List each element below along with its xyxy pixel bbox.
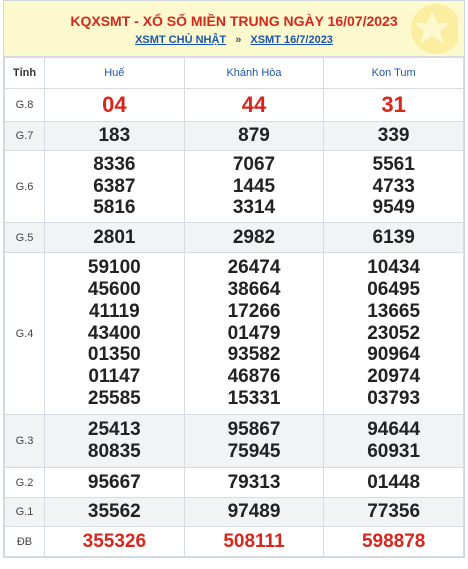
prize-label: G.1: [4, 497, 45, 527]
prize-cell: 5561 4733 9549: [323, 150, 464, 223]
prize-cell: 94644 60931: [323, 414, 464, 468]
table-row: G.4 59100 45600 41119 43400 01350 01147 …: [4, 252, 464, 415]
prize-label: G.8: [4, 88, 45, 122]
prize-value: 13665: [367, 300, 421, 322]
prize-value: 93582: [227, 344, 281, 366]
prize-value: 01147: [88, 366, 141, 388]
prize-value: 7067: [232, 153, 276, 175]
prize-label: G.5: [4, 222, 45, 253]
prize-cell: 25413 80835: [44, 414, 185, 468]
prize-value: 04: [44, 88, 185, 122]
prize-value: 46876: [227, 366, 281, 388]
prize-value: 183: [44, 121, 185, 151]
special-prize-value: 355326: [44, 526, 185, 557]
prize-value: 9549: [372, 197, 415, 219]
link-xsmt-sunday[interactable]: XSMT CHỦ NHẬT: [135, 34, 226, 46]
prize-value: 23052: [367, 322, 421, 344]
prize-value: 03793: [367, 387, 421, 409]
breadcrumb: XSMT CHỦ NHẬT » XSMT 16/7/2023: [4, 34, 464, 46]
page-title: KQXSMT - XỔ SỐ MIỀN TRUNG NGÀY 16/07/202…: [70, 13, 398, 29]
prize-value: 6139: [323, 222, 464, 253]
special-prize-value: 508111: [183, 526, 325, 557]
prize-value: 01479: [227, 322, 281, 344]
prize-label: G.4: [4, 252, 45, 415]
prize-value: 94644: [367, 419, 421, 441]
prize-value: 90964: [367, 344, 421, 366]
prize-value: 15331: [227, 387, 281, 409]
table-row: G.7 183 879 339: [4, 121, 464, 151]
prize-value: 8336: [93, 153, 136, 175]
prize-cell: 10434 06495 13665 23052 90964 20974 0379…: [323, 252, 464, 415]
prize-value: 97489: [183, 497, 325, 527]
prize-label: G.2: [4, 467, 45, 498]
column-header-kon-tum[interactable]: Kon Tum: [323, 57, 464, 89]
column-header-hue[interactable]: Huế: [44, 57, 185, 89]
prize-value: 2801: [44, 222, 185, 253]
prize-value: 41119: [88, 300, 140, 322]
breadcrumb-separator: »: [235, 34, 242, 46]
prize-label: ĐB: [4, 526, 45, 557]
prize-value: 35562: [44, 497, 185, 527]
prize-value: 43400: [87, 322, 141, 344]
prize-cell: 26474 38664 17266 01479 93582 46876 1533…: [183, 252, 325, 415]
prize-value: 80835: [87, 441, 141, 462]
prize-value: 95867: [227, 419, 281, 441]
prize-value: 3314: [232, 197, 276, 219]
star-icon: [411, 4, 458, 54]
prize-value: 17266: [227, 300, 281, 322]
table-row: ĐB 355326 508111 598878: [4, 526, 464, 557]
prize-cell: 8336 6387 5816: [44, 150, 185, 223]
prize-label: G.6: [4, 150, 45, 223]
prize-label: G.7: [4, 121, 45, 151]
prize-value: 879: [183, 121, 325, 151]
results-table: Tỉnh Huế Khánh Hòa Kon Tum G.8 04 44 31 …: [4, 57, 464, 557]
prize-value: 01350: [87, 344, 141, 366]
prize-value: 4733: [372, 175, 415, 197]
column-header-khanh-hoa[interactable]: Khánh Hòa: [183, 57, 325, 89]
prize-value: 38664: [227, 279, 281, 300]
table-row: G.8 04 44 31: [4, 88, 464, 122]
prize-cell: 59100 45600 41119 43400 01350 01147 2558…: [44, 252, 185, 415]
prize-value: 10434: [367, 257, 421, 279]
prize-value: 79313: [183, 467, 325, 498]
prize-value: 5816: [93, 197, 136, 219]
prize-value: 75945: [227, 441, 281, 462]
prize-value: 59100: [87, 257, 141, 279]
prize-value: 6387: [93, 175, 136, 197]
prize-value: 25585: [87, 387, 141, 409]
prize-cell: 95867 75945: [183, 414, 325, 468]
table-row: G.3 25413 80835 95867 75945 94644 60931: [4, 414, 464, 468]
special-prize-value: 598878: [323, 526, 464, 557]
prize-value: 45600: [87, 279, 141, 300]
table-row: G.2 95667 79313 01448: [4, 467, 464, 498]
table-header-row: Tỉnh Huế Khánh Hòa Kon Tum: [4, 57, 464, 89]
prize-value: 26474: [227, 257, 281, 279]
results-header: KQXSMT - XỔ SỐ MIỀN TRUNG NGÀY 16/07/202…: [4, 1, 464, 57]
prize-value: 339: [323, 121, 464, 151]
table-row: G.6 8336 6387 5816 7067 1445 3314 5561 4…: [4, 150, 464, 223]
table-row: G.1 35562 97489 77356: [4, 497, 464, 527]
prize-value: 77356: [323, 497, 464, 527]
link-xsmt-date[interactable]: XSMT 16/7/2023: [250, 34, 333, 46]
prize-value: 5561: [372, 153, 415, 175]
prize-value: 20974: [367, 366, 421, 388]
prize-value: 44: [183, 88, 325, 122]
column-header-province: Tỉnh: [4, 57, 45, 89]
prize-value: 25413: [87, 419, 141, 441]
prize-cell: 7067 1445 3314: [183, 150, 325, 223]
prize-value: 95667: [44, 467, 185, 498]
prize-label: G.3: [4, 414, 45, 468]
prize-value: 1445: [232, 175, 276, 197]
table-row: G.5 2801 2982 6139: [4, 222, 464, 253]
prize-value: 60931: [367, 441, 421, 462]
prize-value: 2982: [183, 222, 325, 253]
prize-value: 01448: [323, 467, 464, 498]
results-panel: KQXSMT - XỔ SỐ MIỀN TRUNG NGÀY 16/07/202…: [3, 0, 465, 558]
prize-value: 31: [323, 88, 464, 122]
prize-value: 06495: [367, 279, 421, 300]
